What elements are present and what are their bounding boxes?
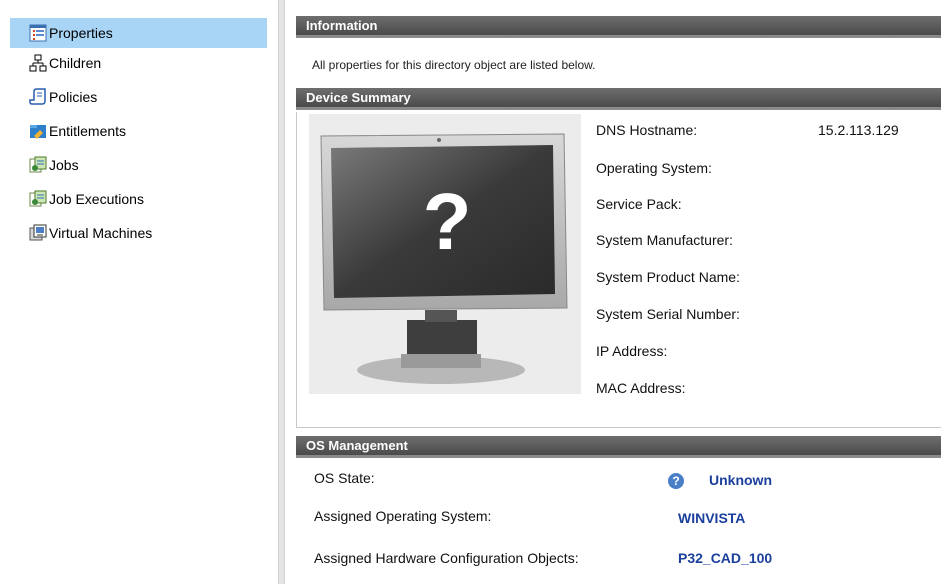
sidebar-item-label: Policies <box>49 89 98 105</box>
properties-icon <box>28 24 48 42</box>
mac-address-label: MAC Address: <box>596 380 686 396</box>
device-summary-panel: ? DNS Hostname: 15.2.113.129 Operating S… <box>296 112 941 428</box>
system-serial-number-label: System Serial Number: <box>596 306 740 322</box>
assigned-hw-config-link-text[interactable]: P32_CAD_100 <box>678 550 772 566</box>
ip-address-label: IP Address: <box>596 343 668 359</box>
unknown-device-glyph: ? <box>422 177 472 266</box>
sidebar-item-label: Jobs <box>49 157 79 173</box>
job-executions-icon <box>28 190 48 208</box>
sidebar-item-label: Job Executions <box>49 191 144 207</box>
operating-system-label: Operating System: <box>596 160 712 176</box>
sidebar-item-children[interactable]: Children <box>10 48 267 78</box>
device-summary-header: Device Summary <box>296 88 941 110</box>
sidebar-item-label: Properties <box>49 25 113 41</box>
os-state-label: OS State: <box>314 470 375 486</box>
sidebar-item-policies[interactable]: Policies <box>10 82 267 112</box>
os-state-value: Unknown <box>709 472 772 488</box>
information-text: All properties for this directory object… <box>312 58 596 72</box>
entitlements-icon <box>28 122 48 140</box>
assigned-os-label: Assigned Operating System: <box>314 508 492 524</box>
system-manufacturer-label: System Manufacturer: <box>596 232 733 248</box>
dns-hostname-value: 15.2.113.129 <box>818 122 899 138</box>
sidebar-item-virtual-machines[interactable]: Virtual Machines <box>10 218 267 248</box>
sidebar: Properties Children Policies Entitlement… <box>0 0 280 584</box>
main-content: Information All properties for this dire… <box>296 0 941 584</box>
os-management-header: OS Management <box>296 436 941 458</box>
sidebar-item-label: Entitlements <box>49 123 127 139</box>
sidebar-item-entitlements[interactable]: Entitlements <box>10 116 267 146</box>
device-image: ? <box>309 114 581 394</box>
sidebar-item-label: Virtual Machines <box>49 225 153 241</box>
assigned-hw-config-label: Assigned Hardware Configuration Objects: <box>314 550 579 566</box>
sidebar-item-jobs[interactable]: Jobs <box>10 150 267 180</box>
assigned-os-link-text[interactable]: WINVISTA <box>678 510 745 526</box>
virtual-machines-icon <box>28 224 48 242</box>
sidebar-item-job-executions[interactable]: Job Executions <box>10 184 267 214</box>
jobs-icon <box>28 156 48 174</box>
pane-splitter[interactable] <box>278 0 285 584</box>
sidebar-item-label: Children <box>49 55 102 71</box>
system-product-name-label: System Product Name: <box>596 269 740 285</box>
dns-hostname-label: DNS Hostname: <box>596 122 698 138</box>
assigned-os-link[interactable]: WINVISTA <box>678 510 745 526</box>
service-pack-label: Service Pack: <box>596 196 682 212</box>
sidebar-item-properties[interactable]: Properties <box>10 18 267 48</box>
assigned-hw-config-link[interactable]: P32_CAD_100 <box>678 550 772 566</box>
information-header: Information <box>296 16 941 38</box>
children-icon <box>28 54 48 72</box>
help-icon[interactable]: ? <box>668 473 684 489</box>
policies-icon <box>28 88 48 106</box>
